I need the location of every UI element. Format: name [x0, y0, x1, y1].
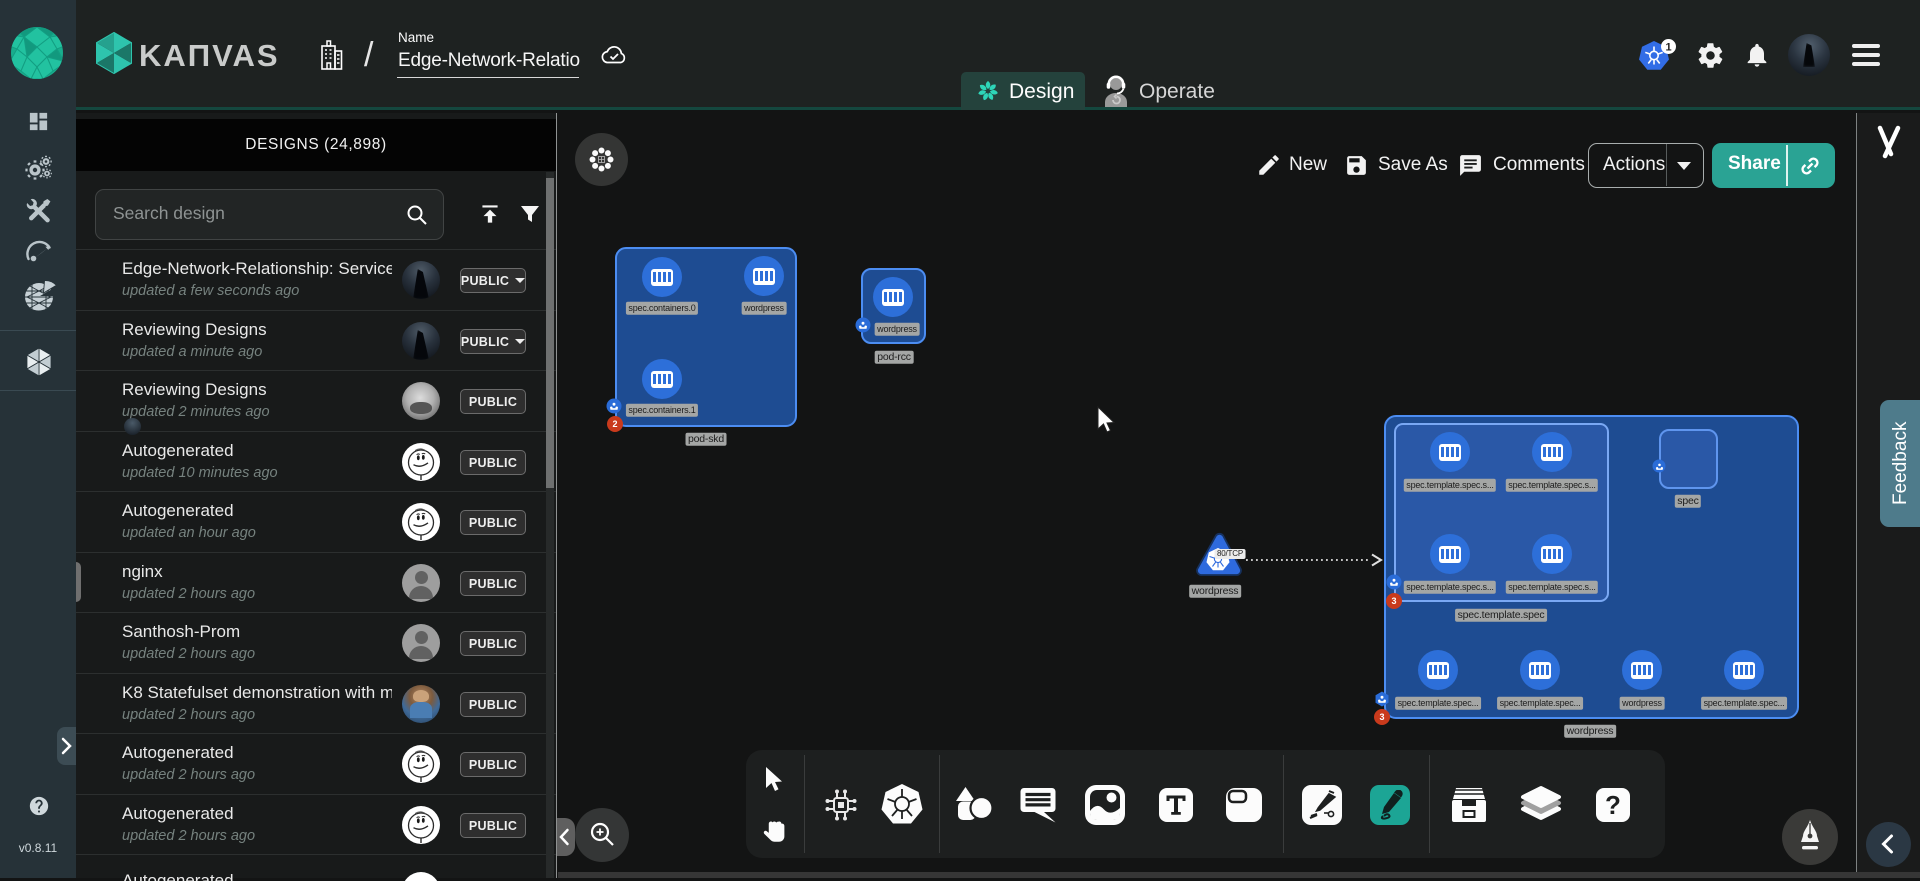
svg-text:1: 1: [1665, 42, 1671, 54]
svg-text:?: ?: [1605, 790, 1621, 820]
